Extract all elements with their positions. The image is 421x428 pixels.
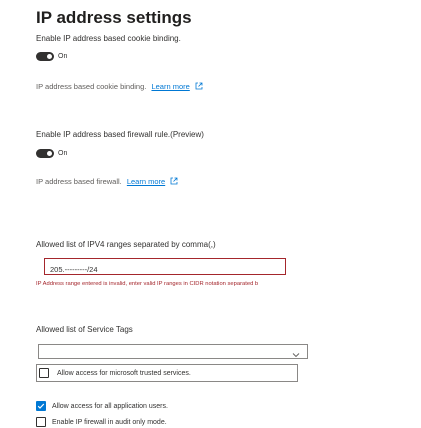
cookie-binding-label: Enable IP address based cookie binding. <box>36 34 181 43</box>
firewall-label: Enable IP address based firewall rule.(P… <box>36 130 204 139</box>
ipv4-ranges-input[interactable] <box>45 262 285 277</box>
ipv4-error-message: IP Address range entered is invalid, ent… <box>36 281 259 287</box>
cookie-binding-description: IP address based cookie binding. Learn m… <box>36 82 203 92</box>
allow-app-users-checkbox-row[interactable]: Allow access for all application users. <box>36 401 168 411</box>
audit-mode-checkbox[interactable] <box>36 417 46 427</box>
audit-mode-checkbox-row[interactable]: Enable IP firewall in audit only mode. <box>36 417 167 427</box>
chevron-down-icon <box>291 347 301 365</box>
firewall-toggle-text: On <box>58 150 68 157</box>
ipv4-label: Allowed list of IPV4 ranges separated by… <box>36 240 216 249</box>
allow-app-users-checkbox[interactable] <box>36 401 46 411</box>
service-tag-option-trusted-services[interactable]: Allow access for microsoft trusted servi… <box>36 364 298 382</box>
toggle-knob <box>47 151 52 156</box>
cookie-binding-learn-more-link[interactable]: Learn more <box>151 82 189 91</box>
checkmark-icon <box>37 403 45 409</box>
cookie-binding-toggle-text: On <box>58 53 68 60</box>
firewall-desc-text: IP address based firewall. <box>36 177 122 186</box>
firewall-description: IP address based firewall. Learn more <box>36 177 178 187</box>
external-link-icon <box>195 82 203 92</box>
service-tags-dropdown[interactable] <box>38 344 308 359</box>
cookie-binding-desc-text: IP address based cookie binding. <box>36 82 147 91</box>
checkbox[interactable] <box>39 368 49 378</box>
firewall-learn-more-link[interactable]: Learn more <box>127 177 165 186</box>
firewall-toggle[interactable] <box>36 149 54 158</box>
service-tags-label: Allowed list of Service Tags <box>36 325 133 334</box>
ipv4-ranges-input-box[interactable] <box>44 258 286 277</box>
allow-app-users-label: Allow access for all application users. <box>52 402 168 410</box>
audit-mode-label: Enable IP firewall in audit only mode. <box>52 418 167 426</box>
page-title: IP address settings <box>36 8 192 27</box>
toggle-knob <box>47 54 52 59</box>
cookie-binding-toggle[interactable] <box>36 52 54 61</box>
service-tag-option-label: Allow access for microsoft trusted servi… <box>57 369 191 377</box>
firewall-toggle-row[interactable]: On <box>36 149 67 158</box>
cookie-binding-toggle-row[interactable]: On <box>36 52 67 61</box>
external-link-icon <box>170 177 178 187</box>
